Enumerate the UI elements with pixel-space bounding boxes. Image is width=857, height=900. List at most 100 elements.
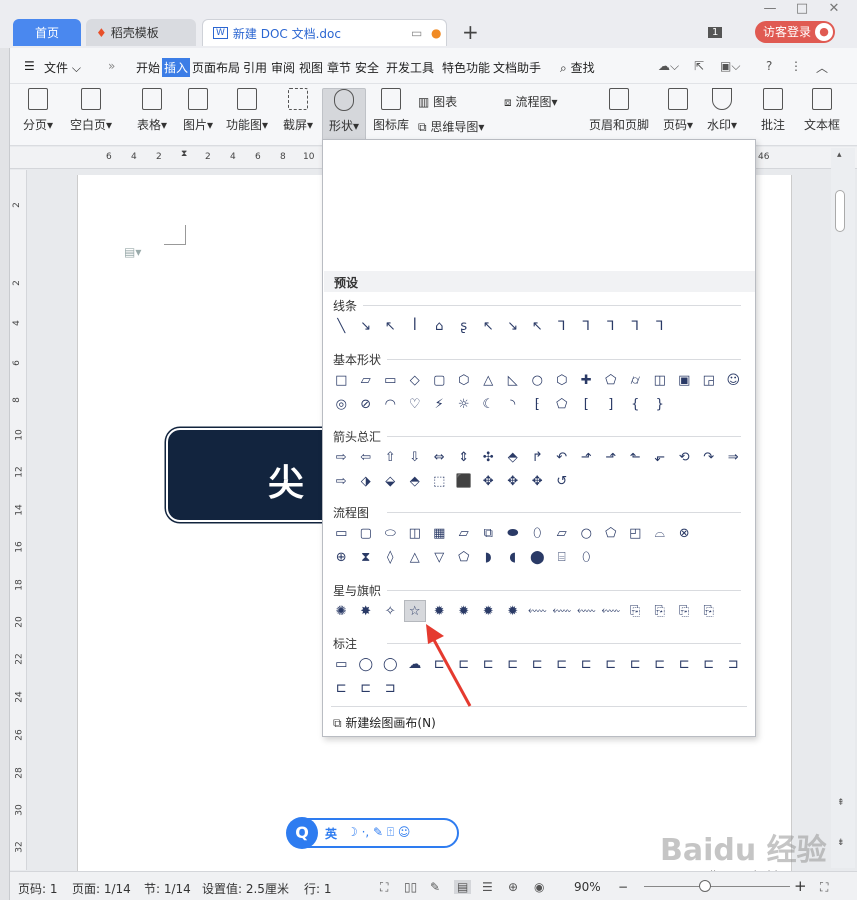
status-section[interactable]: 节: 1/14 — [144, 880, 191, 897]
shape-item[interactable]: ╲ — [331, 316, 352, 336]
screenshot-button[interactable]: 截屏▾ — [278, 88, 318, 133]
shape-item[interactable]: ✹ — [503, 601, 524, 621]
shape-item[interactable]: ✸ — [356, 601, 377, 621]
tab-document[interactable]: W 新建 DOC 文档.doc ▭ ● — [202, 19, 447, 46]
shape-item[interactable]: [ — [576, 394, 597, 414]
maximize-button[interactable]: □ — [792, 0, 812, 18]
shape-item[interactable]: ◯ — [356, 654, 377, 674]
blank-page-button[interactable]: 空白页▾ — [66, 88, 116, 133]
page-number-button[interactable]: 页码▾ — [658, 88, 698, 133]
comment-button[interactable]: 批注 — [756, 88, 790, 133]
shape-item[interactable]: ⧉ — [478, 523, 499, 543]
shape-item[interactable]: ⬳ — [552, 601, 573, 621]
shape-item[interactable]: ↘ — [356, 316, 377, 336]
page-break-button[interactable]: 分页▾ — [20, 88, 56, 133]
shape-item[interactable]: ✥ — [503, 471, 524, 491]
shape-item[interactable]: ◗ — [478, 547, 499, 567]
shape-item[interactable]: ⊏ — [356, 678, 377, 698]
menu-security[interactable]: 安全 — [355, 59, 379, 76]
close-window-button[interactable]: ✕ — [824, 0, 844, 18]
shape-item[interactable]: ⅂ — [650, 316, 671, 336]
indent-marker-icon[interactable]: ⧗ — [181, 149, 187, 159]
new-canvas-button[interactable]: ⧉ 新建绘图画布(N) — [333, 714, 436, 731]
vertical-ruler[interactable]: 2 2 4 6 8 10 12 14 16 18 20 22 24 26 28 … — [10, 170, 27, 870]
shape-item[interactable]: ⬑ — [625, 447, 646, 467]
shape-item[interactable]: ⬘ — [405, 471, 426, 491]
shape-item[interactable]: ⅂ — [552, 316, 573, 336]
shape-item[interactable]: ⊏ — [576, 654, 597, 674]
cloud-icon[interactable]: ☁⌵ — [658, 59, 679, 74]
menu-doc-assistant[interactable]: 文档助手 — [493, 59, 541, 76]
shape-item[interactable]: ☼ — [454, 394, 475, 414]
menu-file[interactable]: 文件 ⌵ — [44, 59, 81, 76]
shape-item[interactable]: ⬛ — [454, 471, 475, 491]
shape-item[interactable]: ↷ — [699, 447, 720, 467]
status-row[interactable]: 行: 1 — [304, 880, 332, 897]
status-page-code[interactable]: 页码: 1 — [18, 880, 58, 897]
window-count-badge[interactable]: 1 — [708, 27, 723, 38]
monitor-icon[interactable]: ▭ — [411, 26, 422, 40]
shape-item[interactable]: ⬳ — [601, 601, 622, 621]
shape-item[interactable]: ⬳ — [527, 601, 548, 621]
shape-item[interactable]: ✥ — [527, 471, 548, 491]
ime-tools-icons[interactable]: ☽ ·, ✎ ⍐ ☺ — [347, 825, 410, 840]
menu-insert[interactable]: 插入 — [162, 58, 191, 77]
shape-item[interactable]: ⧗ — [356, 547, 377, 567]
zoom-out-icon[interactable]: − — [618, 880, 628, 894]
tab-home[interactable]: 首页 — [13, 19, 81, 46]
scrollbar-thumb[interactable] — [835, 190, 845, 232]
zoom-slider-handle[interactable] — [699, 880, 711, 892]
ime-toolbar[interactable]: Q 英 ☽ ·, ✎ ⍐ ☺ — [286, 817, 459, 849]
shape-item[interactable]: ▽ — [429, 547, 450, 567]
shape-item[interactable]: ⇕ — [454, 447, 475, 467]
help-icon[interactable]: ? — [766, 59, 772, 73]
shape-item[interactable]: ↖ — [527, 316, 548, 336]
shape-item[interactable]: ▭ — [331, 523, 352, 543]
shape-item[interactable]: △ — [478, 370, 499, 390]
shape-item[interactable]: ✣ — [478, 447, 499, 467]
write-mode-icon[interactable]: ✎ — [430, 880, 440, 894]
shape-item[interactable]: ⊐ — [723, 654, 744, 674]
shape-item[interactable]: ⬐ — [650, 447, 671, 467]
more-icon[interactable]: ⋮ — [790, 59, 802, 73]
fullscreen-icon[interactable]: ⛶ — [380, 880, 388, 895]
shape-item[interactable]: { — [625, 394, 646, 414]
menu-review[interactable]: 审阅 — [271, 59, 295, 76]
shape-item[interactable]: ☾ — [478, 394, 499, 414]
shape-item[interactable]: ⇦ — [356, 447, 377, 467]
zoom-level[interactable]: 90% — [574, 880, 601, 894]
shape-item[interactable]: ↺ — [552, 471, 573, 491]
shape-item[interactable]: ◺ — [503, 370, 524, 390]
shape-item[interactable]: ▱ — [552, 523, 573, 543]
chart-button[interactable]: ▥ 图表 — [418, 93, 457, 110]
shape-item[interactable]: ⬡ — [552, 370, 573, 390]
shape-item[interactable]: ⚡ — [429, 394, 450, 414]
shape-item[interactable]: ◠ — [380, 394, 401, 414]
web-view-icon[interactable]: ⊕ — [508, 880, 518, 894]
shape-item[interactable]: ⊏ — [331, 678, 352, 698]
shape-item[interactable]: ⊏ — [503, 654, 524, 674]
shape-item[interactable]: ⇒ — [723, 447, 744, 467]
shape-item[interactable]: ↖ — [380, 316, 401, 336]
shape-item[interactable]: ⬘ — [503, 447, 524, 467]
shape-item[interactable]: ⬤ — [527, 547, 548, 567]
shape-item[interactable]: ⁅ — [527, 394, 548, 414]
shape-item[interactable]: ▱ — [454, 523, 475, 543]
icon-library-button[interactable]: 图标库 — [370, 88, 412, 133]
function-chart-button[interactable]: 功能图▾ — [222, 88, 272, 133]
header-footer-button[interactable]: 页眉和页脚 — [586, 88, 652, 133]
shape-item[interactable]: ⬗ — [356, 471, 377, 491]
shape-item[interactable]: ⬳ — [576, 601, 597, 621]
shape-item[interactable]: ✥ — [478, 471, 499, 491]
collapse-ribbon-icon[interactable]: ︿ — [816, 59, 828, 76]
shape-item[interactable]: ⬏ — [601, 447, 622, 467]
shape-item[interactable]: ○ — [527, 370, 548, 390]
menu-developer[interactable]: 开发工具 — [386, 59, 434, 76]
shape-item[interactable]: ⌓ — [650, 523, 671, 543]
shape-item[interactable]: ⇨ — [331, 447, 352, 467]
shape-item[interactable]: ⊗ — [674, 523, 695, 543]
shape-item[interactable]: ✹ — [478, 601, 499, 621]
shape-item[interactable]: ⇧ — [380, 447, 401, 467]
zoom-in-icon[interactable]: + — [794, 877, 807, 895]
shape-item[interactable]: ⟲ — [674, 447, 695, 467]
